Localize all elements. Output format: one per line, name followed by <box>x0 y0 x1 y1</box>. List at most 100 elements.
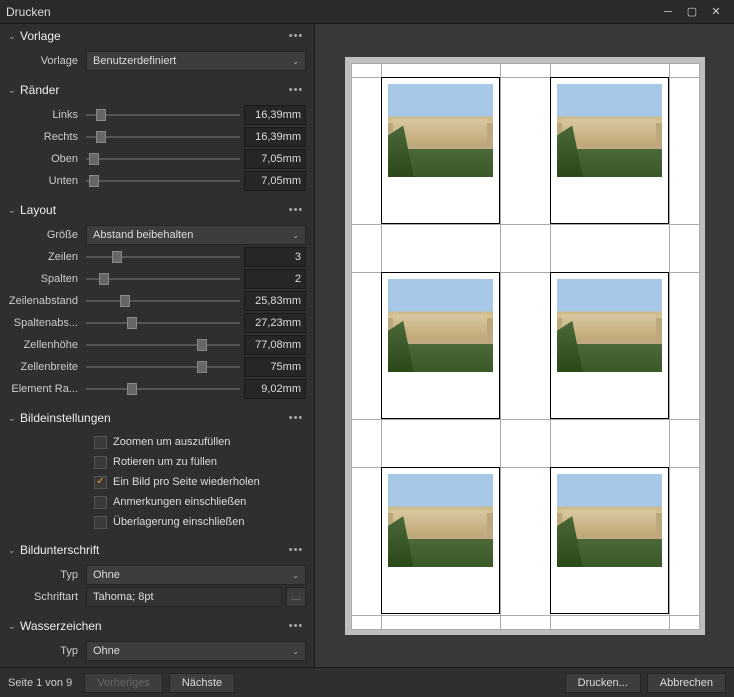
layout-spaltenabs-value[interactable]: 27,23mm <box>244 313 306 333</box>
wz-typ-dropdown[interactable]: Ohne ⌄ <box>86 641 306 661</box>
preview-photo <box>388 474 493 567</box>
vorlage-dropdown[interactable]: Benutzerdefiniert ⌄ <box>86 51 306 71</box>
layout-elementra-slider[interactable] <box>86 380 240 398</box>
layout-zellenbreite-label: Zellenbreite <box>8 361 86 373</box>
preview-photo <box>557 84 662 177</box>
raender-links-value[interactable]: 16,39mm <box>244 105 306 125</box>
bild-zoom-checkbox[interactable] <box>94 436 107 449</box>
print-button[interactable]: Drucken... <box>565 673 641 693</box>
layout-zellenbreite-slider[interactable] <box>86 358 240 376</box>
layout-zellenhoehe-slider[interactable] <box>86 336 240 354</box>
print-preview <box>315 24 734 667</box>
chevron-down-icon: ⌄ <box>292 231 299 240</box>
section-menu-icon[interactable]: ••• <box>286 30 306 42</box>
minimize-button[interactable]: ─ <box>656 2 680 22</box>
layout-elementra-value[interactable]: 9,02mm <box>244 379 306 399</box>
footer-bar: Seite 1 von 9 Vorheriges Nächste Drucken… <box>0 667 734 697</box>
layout-zellenhoehe-value[interactable]: 77,08mm <box>244 335 306 355</box>
preview-photo <box>557 474 662 567</box>
preview-cell <box>381 77 500 224</box>
section-header-layout[interactable]: ⌄ Layout ••• <box>0 198 314 222</box>
section-title: Layout <box>20 203 286 217</box>
next-page-button[interactable]: Nächste <box>169 673 235 693</box>
window-title: Drucken <box>6 5 656 19</box>
section-header-raender[interactable]: ⌄ Ränder ••• <box>0 78 314 102</box>
section-menu-icon[interactable]: ••• <box>286 204 306 216</box>
section-header-wasserzeichen[interactable]: ⌄ Wasserzeichen ••• <box>0 614 314 638</box>
page-status: Seite 1 von 9 <box>8 677 72 689</box>
chevron-down-icon: ⌄ <box>292 571 299 580</box>
raender-rechts-label: Rechts <box>8 131 86 143</box>
layout-elementra-label: Element Ra... <box>8 383 86 395</box>
raender-rechts-value[interactable]: 16,39mm <box>244 127 306 147</box>
bild-zoom-label: Zoomen um auszufüllen <box>113 436 230 448</box>
section-header-vorlage[interactable]: ⌄ Vorlage ••• <box>0 24 314 48</box>
preview-cell <box>381 467 500 614</box>
titlebar: Drucken ─ ▢ ✕ <box>0 0 734 24</box>
raender-oben-label: Oben <box>8 153 86 165</box>
bild-annot-checkbox[interactable] <box>94 496 107 509</box>
layout-zeilen-slider[interactable] <box>86 248 240 266</box>
font-display: Tahoma; 8pt <box>86 587 282 607</box>
bild-repeat-checkbox[interactable] <box>94 476 107 489</box>
maximize-button[interactable]: ▢ <box>680 2 704 22</box>
chevron-down-icon: ⌄ <box>292 647 299 656</box>
layout-zeilenabstand-value[interactable]: 25,83mm <box>244 291 306 311</box>
raender-links-slider[interactable] <box>86 106 240 124</box>
section-title: Bildunterschrift <box>20 543 286 557</box>
preview-photo <box>388 279 493 372</box>
bild-repeat-label: Ein Bild pro Seite wiederholen <box>113 476 260 488</box>
section-menu-icon[interactable]: ••• <box>286 544 306 556</box>
typ-label: Typ <box>8 569 86 581</box>
close-button[interactable]: ✕ <box>704 2 728 22</box>
section-title: Wasserzeichen <box>20 619 286 633</box>
layout-zeilen-value[interactable]: 3 <box>244 247 306 267</box>
raender-unten-value[interactable]: 7,05mm <box>244 171 306 191</box>
preview-cell <box>550 467 669 614</box>
caption-typ-dropdown[interactable]: Ohne ⌄ <box>86 565 306 585</box>
layout-spalten-value[interactable]: 2 <box>244 269 306 289</box>
section-menu-icon[interactable]: ••• <box>286 84 306 96</box>
bild-rotate-checkbox[interactable] <box>94 456 107 469</box>
schriftart-label: Schriftart <box>8 591 86 603</box>
page-sheet <box>345 57 705 635</box>
prev-page-button[interactable]: Vorheriges <box>84 673 163 693</box>
layout-zellenhoehe-label: Zellenhöhe <box>8 339 86 351</box>
chevron-down-icon: ⌄ <box>8 31 20 42</box>
layout-zeilen-label: Zeilen <box>8 251 86 263</box>
preview-cell <box>550 77 669 224</box>
chevron-down-icon: ⌄ <box>8 413 20 424</box>
chevron-down-icon: ⌄ <box>8 85 20 96</box>
layout-zellenbreite-value[interactable]: 75mm <box>244 357 306 377</box>
cancel-button[interactable]: Abbrechen <box>647 673 726 693</box>
section-menu-icon[interactable]: ••• <box>286 412 306 424</box>
preview-cell <box>381 272 500 419</box>
preview-photo <box>388 84 493 177</box>
preview-photo <box>557 279 662 372</box>
section-title: Ränder <box>20 83 286 97</box>
raender-rechts-slider[interactable] <box>86 128 240 146</box>
section-header-caption[interactable]: ⌄ Bildunterschrift ••• <box>0 538 314 562</box>
layout-zeilenabstand-slider[interactable] <box>86 292 240 310</box>
groesse-dropdown[interactable]: Abstand beibehalten ⌄ <box>86 225 306 245</box>
font-picker-button[interactable]: … <box>286 587 306 607</box>
bild-overlay-checkbox[interactable] <box>94 516 107 529</box>
chevron-down-icon: ⌄ <box>8 545 20 556</box>
section-header-bild[interactable]: ⌄ Bildeinstellungen ••• <box>0 406 314 430</box>
raender-unten-label: Unten <box>8 175 86 187</box>
raender-oben-slider[interactable] <box>86 150 240 168</box>
layout-spalten-slider[interactable] <box>86 270 240 288</box>
raender-oben-value[interactable]: 7,05mm <box>244 149 306 169</box>
bild-annot-label: Anmerkungen einschließen <box>113 496 246 508</box>
raender-links-label: Links <box>8 109 86 121</box>
preview-cell <box>550 272 669 419</box>
chevron-down-icon: ⌄ <box>292 57 299 66</box>
layout-spaltenabs-slider[interactable] <box>86 314 240 332</box>
layout-zeilenabstand-label: Zeilenabstand <box>8 295 86 307</box>
raender-unten-slider[interactable] <box>86 172 240 190</box>
section-menu-icon[interactable]: ••• <box>286 620 306 632</box>
chevron-down-icon: ⌄ <box>8 205 20 216</box>
layout-spalten-label: Spalten <box>8 273 86 285</box>
wz-typ-label: Typ <box>8 645 86 657</box>
chevron-down-icon: ⌄ <box>8 621 20 632</box>
